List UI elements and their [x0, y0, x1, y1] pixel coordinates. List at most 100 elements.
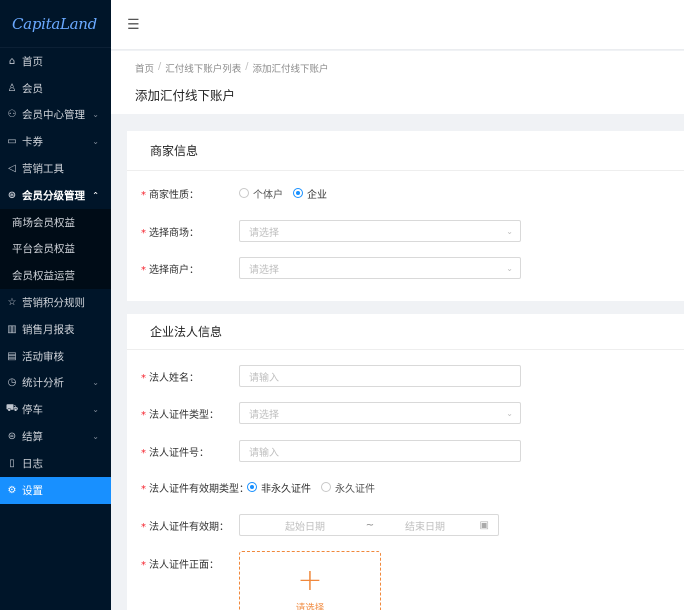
id-number-row: * 法人证件号： 请输入	[127, 440, 684, 462]
car-icon: ⛟	[5, 403, 19, 415]
sidebar-item-label: 平台会员权益	[12, 243, 75, 256]
mall-select[interactable]: 请选择 ⌄	[239, 220, 521, 242]
validity-date-range[interactable]: 起始日期 ~ 结束日期 ▣	[239, 514, 499, 536]
validity-row: * 法人证件有效期： 起始日期 ~ 结束日期 ▣	[127, 514, 684, 536]
sidebar-item-label: 设置	[22, 484, 43, 497]
sidebar: CapitaLand ⌂ 首页 ♙ 会员 ⚇ 会员中心管理 ⌄ ▭ 卡券 ⌄ ◁ 营销工具 ⊛ 会员分级管…	[0, 0, 111, 610]
sidebar-item[interactable]: ⌂ 首页	[0, 48, 111, 75]
home-icon: ⌂	[8, 55, 16, 67]
breadcrumb-current: 添加汇付线下账户	[252, 64, 329, 75]
radio-enterprise[interactable]: 企业	[293, 186, 327, 201]
topbar: ☰	[111, 0, 684, 50]
logo[interactable]: CapitaLand	[0, 0, 111, 48]
coupon-icon: ▭	[7, 136, 17, 148]
chevron-down-icon: ⌄	[92, 378, 99, 388]
sidebar-item[interactable]: 平台会员权益	[0, 236, 111, 263]
validity-type-label: * 法人证件有效期类型：	[141, 483, 249, 495]
tier-icon: ⊛	[7, 189, 17, 201]
sidebar-item-label: 会员中心管理	[22, 109, 85, 122]
plus-icon: +	[297, 563, 323, 598]
chevron-down-icon: ⌄	[92, 405, 99, 415]
id-number-label: * 法人证件号：	[141, 447, 209, 459]
page-header: 首页 / 汇付线下账户列表 / 添加汇付线下账户 添加汇付线下账户	[111, 51, 684, 114]
submenu: 商场会员权益 平台会员权益 会员权益运营	[0, 208, 111, 290]
radio-individual[interactable]: 个体户	[239, 186, 283, 201]
star-icon: ☆	[7, 297, 17, 309]
chevron-down-icon: ⌄	[92, 432, 99, 442]
logo-text: CapitaLand	[12, 14, 97, 33]
sidebar-item-label: 停车	[22, 404, 43, 417]
sidebar-item[interactable]: ◷ 统计分析 ⌄	[0, 370, 111, 397]
shop-select[interactable]: 请选择 ⌄	[239, 257, 521, 279]
radio-non-permanent[interactable]: 非永久证件	[247, 480, 311, 495]
sidebar-item-label: 会员权益运营	[12, 270, 75, 283]
merchant-type-label: * 商家性质：	[141, 189, 199, 201]
radio-dot-icon	[293, 188, 303, 198]
end-date-input[interactable]: 结束日期	[385, 518, 465, 533]
upload-text: 请选择	[295, 603, 325, 610]
legal-name-label: * 法人姓名：	[141, 372, 199, 384]
sidebar-item-label: 统计分析	[22, 377, 64, 390]
id-front-label: * 法人证件正面：	[141, 559, 219, 571]
calendar-icon: ▣	[479, 519, 489, 531]
sidebar-item[interactable]: ⚇ 会员中心管理 ⌄	[0, 102, 111, 129]
sidebar-item-label: 会员分级管理	[22, 189, 85, 202]
legal-info-card: 企业法人信息 * 法人姓名： 请输入 * 法人证件类型： 请选择 ⌄ * 法人证件号：…	[127, 314, 684, 610]
merchant-info-card: 商家信息 * 商家性质： 个体户 企业 * 选择商场： 请选择 ⌄ * 选择商户： 请…	[127, 131, 684, 301]
radio-permanent[interactable]: 永久证件	[321, 480, 375, 495]
chart-icon: ▥	[7, 323, 17, 335]
shop-row: * 选择商户： 请选择 ⌄	[127, 257, 684, 279]
sidebar-item[interactable]: ▤ 活动审核	[0, 343, 111, 370]
sidebar-item[interactable]: ▭ 卡券 ⌄	[0, 128, 111, 155]
sidebar-item[interactable]: ☆ 营销积分规则	[0, 289, 111, 316]
merchant-type-row: * 商家性质： 个体户 企业	[127, 182, 684, 204]
sidebar-item[interactable]: 商场会员权益	[0, 209, 111, 236]
sidebar-item[interactable]: ◁ 营销工具	[0, 155, 111, 182]
sidebar-item[interactable]: ⚙ 设置	[0, 476, 111, 504]
members-icon: ⚇	[7, 109, 17, 121]
shop-label: * 选择商户：	[141, 264, 199, 276]
audit-icon: ▤	[7, 350, 17, 362]
radio-dot-icon	[321, 482, 331, 492]
id-type-row: * 法人证件类型： 请选择 ⌄	[127, 402, 684, 424]
sidebar-item[interactable]: ▥ 销售月报表	[0, 316, 111, 343]
id-type-select[interactable]: 请选择 ⌄	[239, 402, 521, 424]
sidebar-item[interactable]: ⊜ 结算 ⌄	[0, 423, 111, 450]
log-icon: ▯	[9, 457, 15, 469]
breadcrumb: 首页 / 汇付线下账户列表 / 添加汇付线下账户	[135, 61, 684, 75]
legal-name-row: * 法人姓名： 请输入	[127, 365, 684, 387]
validity-type-radio-group: 非永久证件 永久证件	[247, 480, 375, 495]
breadcrumb-separator: /	[245, 61, 249, 72]
merchant-type-radio-group: 个体户 企业	[239, 186, 327, 201]
chevron-down-icon: ⌄	[92, 137, 99, 147]
gear-icon: ⚙	[7, 484, 17, 496]
id-number-input[interactable]: 请输入	[239, 440, 521, 462]
sidebar-item-label: 卡券	[22, 136, 43, 149]
marketing-icon: ◁	[8, 163, 16, 175]
sidebar-item[interactable]: ⊛ 会员分级管理 ⌃	[0, 182, 111, 209]
id-type-label: * 法人证件类型：	[141, 409, 219, 421]
sidebar-item[interactable]: 会员权益运营	[0, 262, 111, 289]
sidebar-item-label: 销售月报表	[22, 323, 75, 336]
chevron-up-icon: ⌃	[92, 190, 99, 200]
chevron-down-icon: ⌄	[506, 263, 513, 273]
breadcrumb-separator: /	[158, 61, 162, 72]
legal-name-input[interactable]: 请输入	[239, 365, 521, 387]
sidebar-item[interactable]: ♙ 会员	[0, 75, 111, 102]
chevron-down-icon: ⌄	[92, 110, 99, 120]
id-front-upload[interactable]: + 请选择	[239, 551, 381, 610]
breadcrumb-list[interactable]: 汇付线下账户列表	[165, 61, 241, 75]
breadcrumb-home[interactable]: 首页	[135, 61, 154, 75]
settlement-icon: ⊜	[7, 431, 17, 443]
sidebar-item-label: 营销工具	[22, 163, 64, 176]
validity-label: * 法人证件有效期：	[141, 521, 229, 533]
start-date-input[interactable]: 起始日期	[255, 518, 355, 533]
sidebar-item-label: 首页	[22, 55, 43, 68]
sidebar-item-label: 商场会员权益	[12, 216, 75, 229]
menu-fold-icon[interactable]: ☰	[127, 17, 140, 33]
sidebar-item[interactable]: ⛟ 停车 ⌄	[0, 396, 111, 423]
page-title: 添加汇付线下账户	[135, 88, 236, 103]
sidebar-item-label: 结算	[22, 431, 43, 444]
sidebar-item[interactable]: ▯ 日志	[0, 450, 111, 477]
radio-dot-icon	[247, 482, 257, 492]
